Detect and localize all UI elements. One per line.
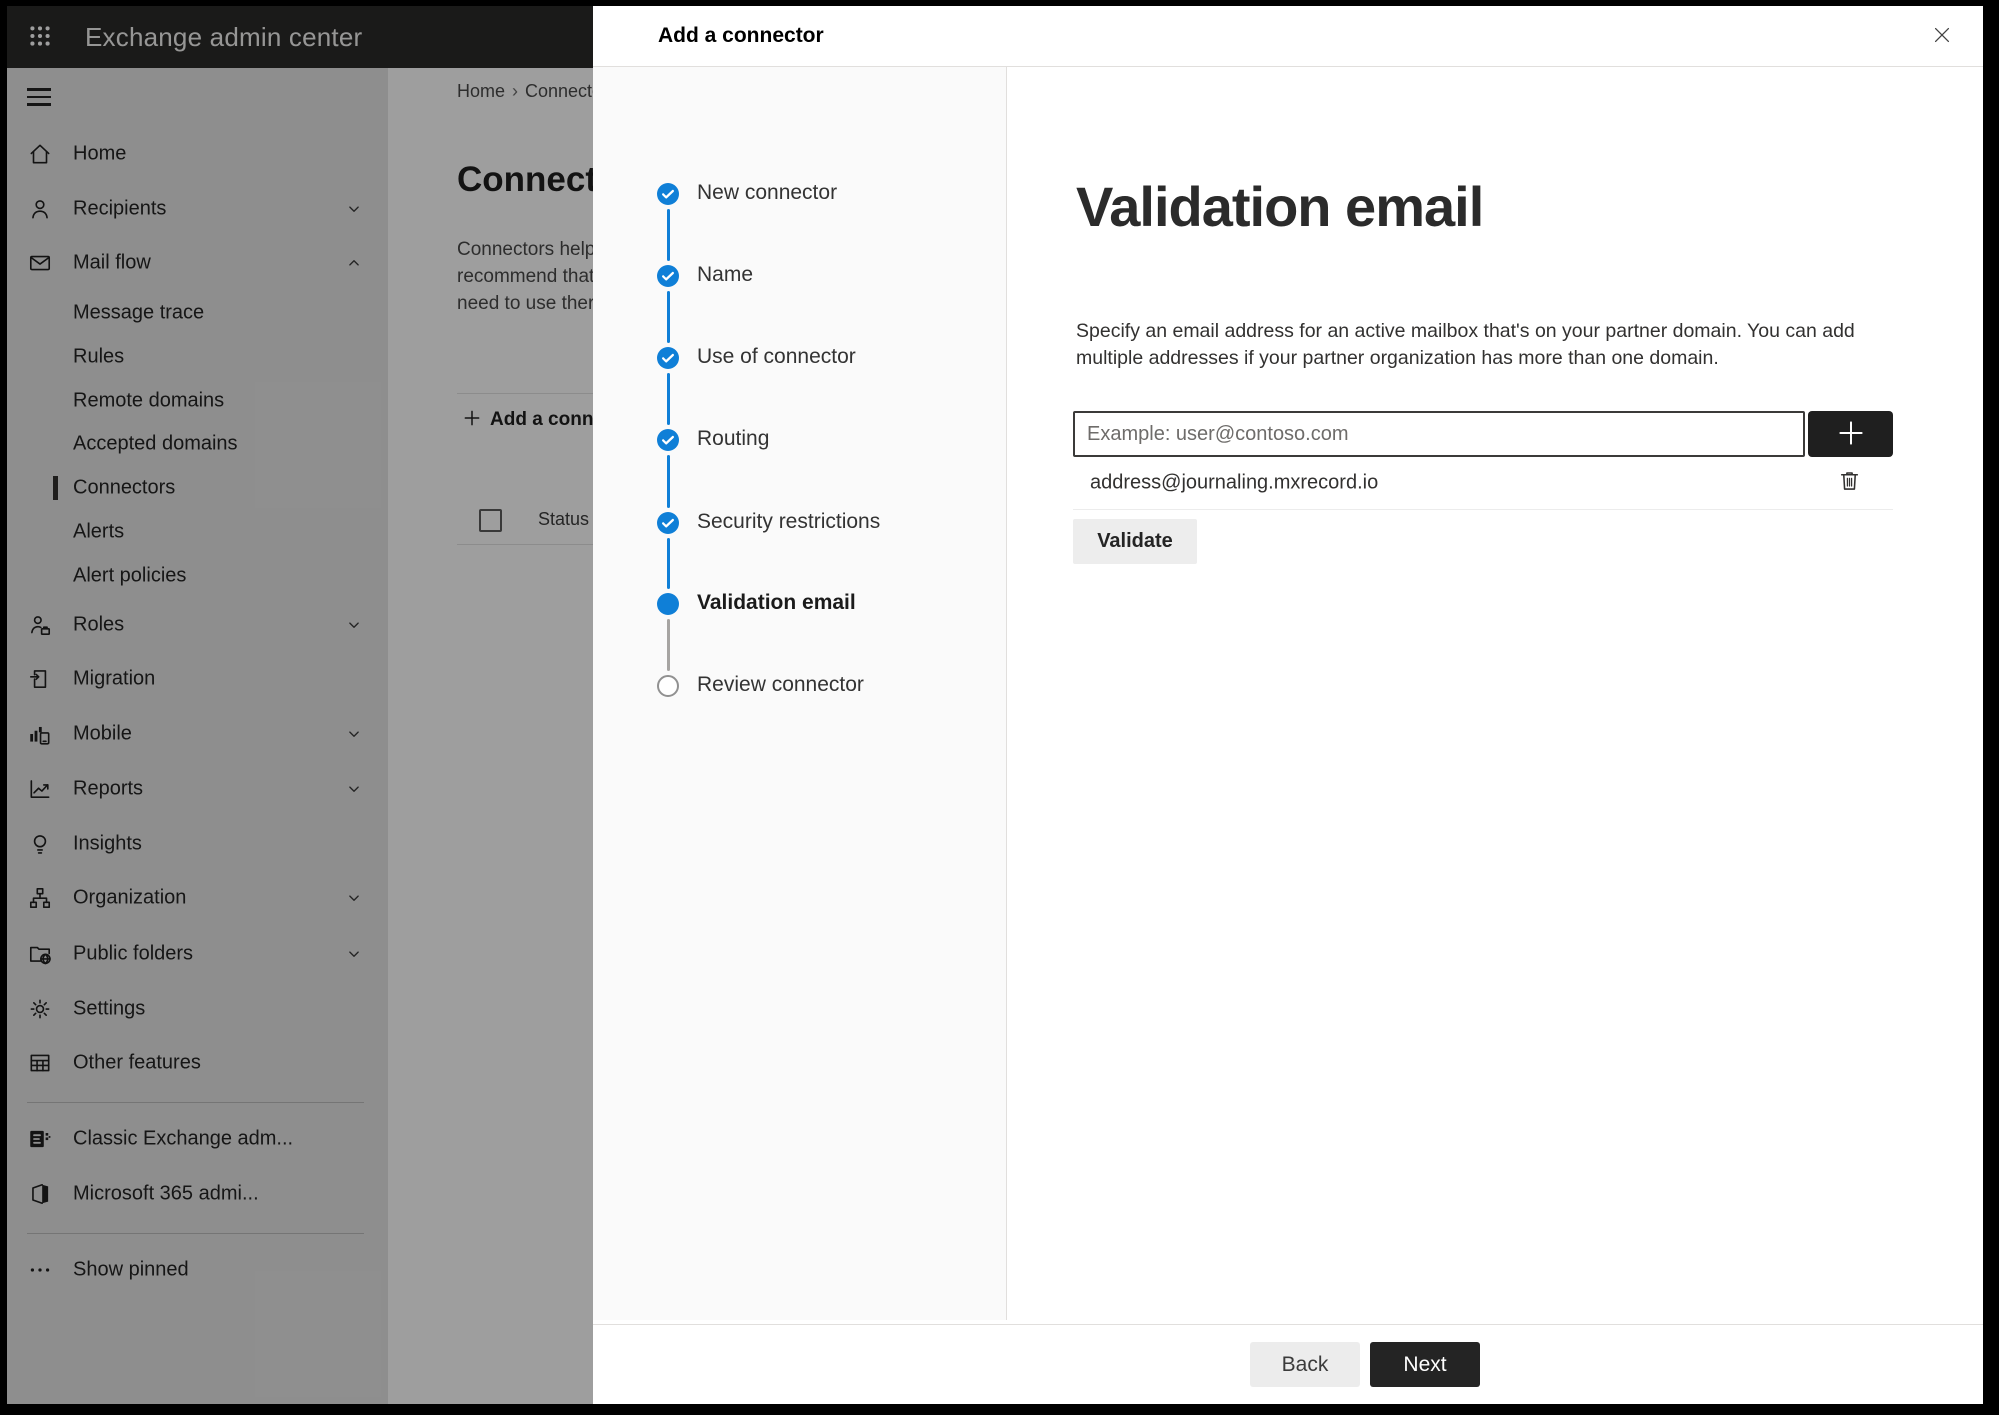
step-connector-line: [666, 455, 670, 508]
divider: [1073, 509, 1893, 510]
panel-title: Add a connector: [658, 24, 824, 47]
add-email-button[interactable]: [1808, 411, 1893, 457]
email-address-value: address@journaling.mxrecord.io: [1090, 471, 1379, 494]
wizard-step-routing[interactable]: Routing: [697, 427, 769, 451]
step-circle-todo: [657, 675, 679, 697]
wizard-step-validation-email[interactable]: Validation email: [697, 591, 856, 615]
step-circle-current: [657, 593, 679, 615]
wizard-step-name[interactable]: Name: [697, 263, 753, 287]
panel-header: Add a connector: [593, 6, 1983, 67]
validate-button[interactable]: Validate: [1073, 519, 1197, 564]
panel-footer: Back Next: [593, 1324, 1983, 1404]
step-connector-line: [666, 209, 670, 261]
plus-icon: [1834, 416, 1868, 453]
step-circle-done: [657, 347, 679, 369]
step-circle-done: [657, 265, 679, 287]
email-address-row: address@journaling.mxrecord.io: [1073, 457, 1893, 509]
back-button[interactable]: Back: [1250, 1342, 1360, 1387]
validation-email-input[interactable]: [1073, 411, 1805, 457]
trash-icon: [1837, 468, 1862, 498]
wizard-step-review-connector[interactable]: Review connector: [697, 673, 864, 697]
close-icon: [1931, 24, 1953, 51]
step-circle-done: [657, 429, 679, 451]
step-heading: Validation email: [1076, 175, 1484, 238]
step-circle-done: [657, 183, 679, 205]
wizard-stepper: New connector Name Use of connector Routing…: [593, 67, 1007, 1320]
step-description: Specify an email address for an active m…: [1076, 320, 1855, 369]
wizard-step-security-restrictions[interactable]: Security restrictions: [697, 510, 880, 534]
delete-address-button[interactable]: [1835, 469, 1863, 497]
step-connector-line: [666, 619, 670, 671]
step-connector-line: [666, 538, 670, 589]
step-circle-done: [657, 512, 679, 534]
step-connector-line: [666, 291, 670, 343]
wizard-step-use-of-connector[interactable]: Use of connector: [697, 345, 856, 369]
wizard-step-new-connector[interactable]: New connector: [697, 181, 837, 205]
dim-overlay: [7, 6, 593, 1404]
close-button[interactable]: [1925, 20, 1959, 54]
next-button[interactable]: Next: [1370, 1342, 1480, 1387]
step-connector-line: [666, 373, 670, 425]
add-connector-panel: Add a connector New connector Name Use of …: [593, 6, 1983, 1404]
